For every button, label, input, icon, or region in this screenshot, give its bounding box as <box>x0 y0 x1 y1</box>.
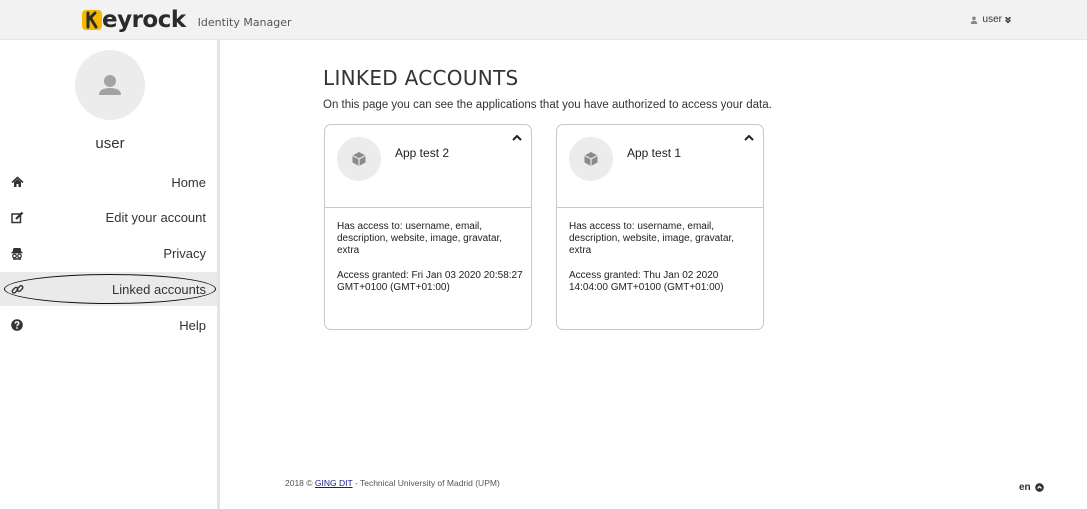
incognito-icon <box>10 246 24 260</box>
sidebar-item-label: Privacy <box>163 245 206 261</box>
sidebar-item-label: Home <box>171 174 206 190</box>
ging-dit-link[interactable]: GING DIT <box>315 478 353 488</box>
sidebar-item-privacy[interactable]: Privacy <box>0 236 217 270</box>
linked-app-card: App test 2 Has access to: username, emai… <box>324 124 532 330</box>
sidebar-item-label: Help <box>179 317 206 333</box>
cube-icon <box>584 152 598 166</box>
language-selector[interactable]: en <box>1019 482 1044 493</box>
help-icon <box>10 318 24 332</box>
access-granted-date: Access granted: Thu Jan 02 2020 14:04:00… <box>569 270 724 293</box>
link-icon <box>10 282 24 296</box>
collapse-chevron-icon[interactable] <box>743 133 755 143</box>
brand-name: eyrock <box>102 7 186 33</box>
sidebar-item-help[interactable]: Help <box>0 308 217 342</box>
page-title: LINKED ACCOUNTS <box>323 66 519 90</box>
footer-copyright: 2018 © <box>285 478 313 488</box>
footer: 2018 © GING DIT - Technical University o… <box>285 478 500 488</box>
edit-icon <box>10 210 24 224</box>
user-menu-label: user <box>982 14 1002 25</box>
access-granted-date: Access granted: Fri Jan 03 2020 20:58:27… <box>337 270 523 293</box>
chevron-down-icon <box>1005 16 1011 23</box>
sidebar: user Home Edit your account Privacy Link… <box>0 40 220 509</box>
avatar <box>75 50 145 120</box>
cube-icon <box>352 152 366 166</box>
language-label: en <box>1019 482 1031 493</box>
card-header: App test 2 <box>325 125 531 208</box>
access-scopes: Has access to: username, email, descript… <box>569 221 735 256</box>
sidebar-item-label: Linked accounts <box>112 281 206 297</box>
sidebar-username: user <box>95 135 125 152</box>
app-icon <box>337 137 381 181</box>
app-name: App test 2 <box>395 146 450 160</box>
footer-institution: - Technical University of Madrid (UPM) <box>354 478 500 488</box>
sidebar-item-label: Edit your account <box>105 209 206 225</box>
app-icon <box>569 137 613 181</box>
page-description: On this page you can see the application… <box>323 99 772 111</box>
user-icon <box>970 16 977 24</box>
app-name: App test 1 <box>627 146 682 160</box>
user-menu[interactable]: user <box>970 14 1012 25</box>
linked-app-card: App test 1 Has access to: username, emai… <box>556 124 764 330</box>
brand-subtitle: Identity Manager <box>197 15 292 29</box>
keyrock-k-logo-icon <box>82 10 102 30</box>
home-icon <box>10 175 24 189</box>
sidebar-item-linked-accounts[interactable]: Linked accounts <box>0 272 217 306</box>
user-avatar-icon <box>99 75 121 95</box>
card-body: Has access to: username, email, descript… <box>337 221 523 294</box>
keyrock-logo[interactable]: eyrock Identity Manager <box>80 7 292 33</box>
card-header: App test 1 <box>557 125 763 208</box>
chevron-up-circle-icon <box>1034 483 1044 492</box>
sidebar-item-edit-account[interactable]: Edit your account <box>0 200 217 234</box>
collapse-chevron-icon[interactable] <box>511 133 523 143</box>
sidebar-item-home[interactable]: Home <box>0 165 217 199</box>
card-body: Has access to: username, email, descript… <box>569 221 755 294</box>
access-scopes: Has access to: username, email, descript… <box>337 221 503 256</box>
top-bar: eyrock Identity Manager user <box>0 0 1087 40</box>
